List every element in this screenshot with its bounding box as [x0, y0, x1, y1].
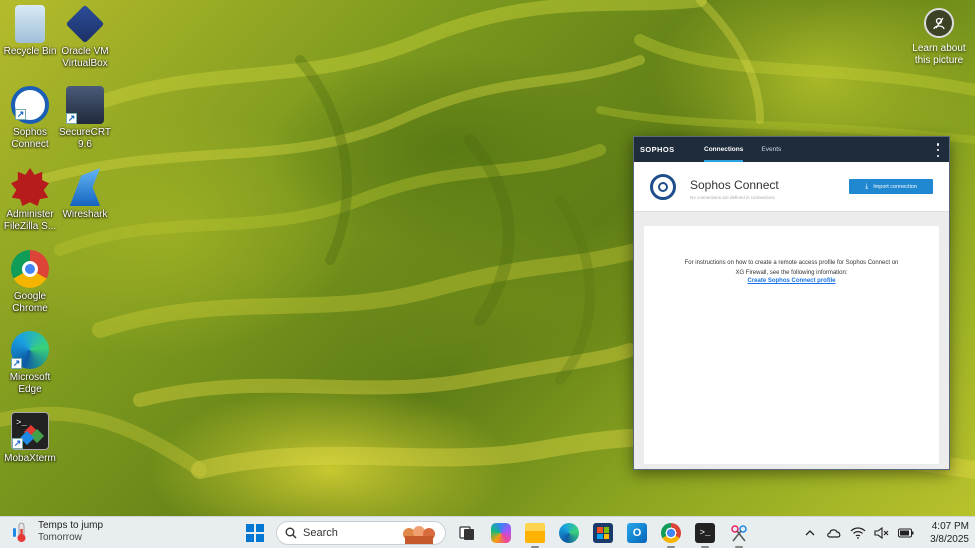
sophos-content-panel: For instructions on how to create a remo…	[644, 226, 939, 464]
desktop-icon-sophos-connect[interactable]: ↗ Sophos Connect	[0, 86, 60, 151]
sophos-header: SOPHOS Connections Events	[634, 137, 949, 162]
shortcut-arrow-icon: ↗	[15, 109, 26, 120]
weather-widget[interactable]: Temps to jump Tomorrow	[12, 520, 103, 544]
folder-icon	[525, 523, 545, 543]
desktop-icon-filezilla[interactable]: Administer FileZilla S...	[0, 168, 60, 233]
task-view-button[interactable]	[454, 520, 480, 546]
page-title: Sophos Connect	[690, 178, 779, 192]
store-icon	[593, 523, 613, 543]
camera-info-icon	[924, 8, 954, 38]
chevron-up-icon[interactable]	[801, 523, 819, 543]
virtualbox-icon	[65, 4, 105, 44]
taskbar-clock[interactable]: 4:07 PM 3/8/2025	[930, 520, 969, 546]
desktop-icon-virtualbox[interactable]: Oracle VM VirtualBox	[55, 4, 115, 70]
sophos-connect-icon: ↗	[11, 86, 49, 124]
task-view-icon	[459, 526, 474, 540]
learn-about-picture[interactable]: Learn about this picture	[909, 8, 969, 67]
wifi-icon[interactable]	[849, 523, 867, 543]
edge-icon	[559, 523, 579, 543]
weather-title: Temps to jump	[38, 520, 104, 531]
sophos-logo: SOPHOS	[640, 145, 675, 154]
chrome-icon	[11, 250, 49, 288]
shortcut-arrow-icon: ↗	[66, 113, 77, 124]
taskbar-apps: Search O >_	[238, 520, 756, 548]
terminal-icon: >_	[695, 523, 715, 543]
desktop-icon-label: Google Chrome	[12, 291, 48, 314]
search-highlight-art-icon	[399, 524, 439, 544]
cloud-icon[interactable]	[825, 523, 843, 543]
search-icon	[285, 527, 297, 539]
taskbar-edge[interactable]	[556, 520, 582, 546]
copilot-icon	[491, 523, 511, 543]
taskbar-terminal[interactable]: >_	[692, 520, 718, 548]
securecrt-icon: ↗	[66, 86, 104, 124]
desktop-icon-wireshark[interactable]: Wireshark	[55, 168, 115, 221]
import-connection-label: Import connection	[873, 183, 917, 190]
start-button[interactable]	[242, 520, 268, 546]
outlook-icon: O	[627, 523, 647, 543]
download-icon: ⤓	[865, 183, 869, 190]
taskbar-chrome[interactable]	[658, 520, 684, 548]
wireshark-icon	[69, 168, 101, 206]
desktop-icon-label: MobaXterm	[4, 453, 56, 464]
search-label: Search	[303, 527, 338, 539]
desktop-icon-mobaxterm[interactable]: >_ ↗ MobaXterm	[0, 412, 60, 465]
weather-subtitle: Tomorrow	[38, 532, 82, 543]
import-connection-button[interactable]: ⤓ Import connection	[849, 179, 933, 194]
desktop-icon-label: Sophos Connect	[11, 127, 49, 150]
taskbar-store[interactable]	[590, 520, 616, 546]
desktop-icon-edge[interactable]: ↗ Microsoft Edge	[0, 331, 60, 396]
chrome-icon	[661, 523, 681, 543]
desktop-icon-label: Wireshark	[62, 209, 108, 220]
system-tray: 4:07 PM 3/8/2025	[798, 520, 969, 546]
svg-text:>_: >_	[16, 418, 27, 428]
sophos-connect-window[interactable]: SOPHOS Connections Events Sophos Connect…	[633, 136, 950, 470]
desktop-icon-label: SecureCRT 9.6	[58, 127, 112, 150]
taskbar: Temps to jump Tomorrow Search O >_ 4:07 …	[0, 516, 975, 548]
sophos-top-panel: Sophos Connect No connections are define…	[634, 162, 949, 212]
taskbar-search[interactable]: Search	[276, 521, 446, 545]
battery-icon[interactable]	[897, 523, 915, 543]
taskbar-file-explorer[interactable]	[522, 520, 548, 548]
desktop-icon-label: Microsoft Edge	[9, 372, 51, 395]
desktop-icon-label: Recycle Bin	[3, 46, 57, 57]
recycle-bin-icon	[15, 5, 45, 43]
clock-date: 3/8/2025	[930, 534, 969, 545]
mobaxterm-icon: >_ ↗	[11, 412, 49, 450]
taskbar-copilot[interactable]	[488, 520, 514, 546]
windows-logo-icon	[246, 524, 264, 542]
shortcut-arrow-icon: ↗	[11, 358, 22, 369]
tab-events[interactable]: Events	[761, 137, 781, 162]
taskbar-sophos-connect[interactable]	[726, 520, 752, 548]
instructions-text: For instructions on how to create a remo…	[684, 260, 899, 276]
more-options-icon[interactable]	[935, 143, 941, 157]
desktop-icon-label: Oracle VM VirtualBox	[61, 46, 109, 69]
learn-about-label: Learn about this picture	[912, 43, 966, 66]
edge-icon: ↗	[11, 331, 49, 369]
desktop-icon-chrome[interactable]: Google Chrome	[0, 250, 60, 315]
thermometer-icon	[12, 521, 32, 543]
snipping-tool-icon	[731, 525, 747, 542]
desktop-icon-securecrt[interactable]: ↗ SecureCRT 9.6	[55, 86, 115, 151]
desktop-icon-label: Administer FileZilla S...	[3, 209, 57, 232]
clock-time: 4:07 PM	[931, 521, 969, 532]
create-profile-link[interactable]: Create Sophos Connect profile	[644, 278, 939, 284]
tab-connections[interactable]: Connections	[704, 137, 744, 162]
sophos-connect-logo-icon	[650, 174, 676, 200]
filezilla-icon	[11, 168, 49, 206]
speaker-muted-icon[interactable]	[873, 523, 891, 543]
page-subtitle: No connections are defined in connection…	[690, 195, 775, 200]
taskbar-outlook[interactable]: O	[624, 520, 650, 546]
shortcut-arrow-icon: ↗	[12, 438, 23, 449]
desktop-icon-recycle-bin[interactable]: Recycle Bin	[0, 5, 60, 58]
